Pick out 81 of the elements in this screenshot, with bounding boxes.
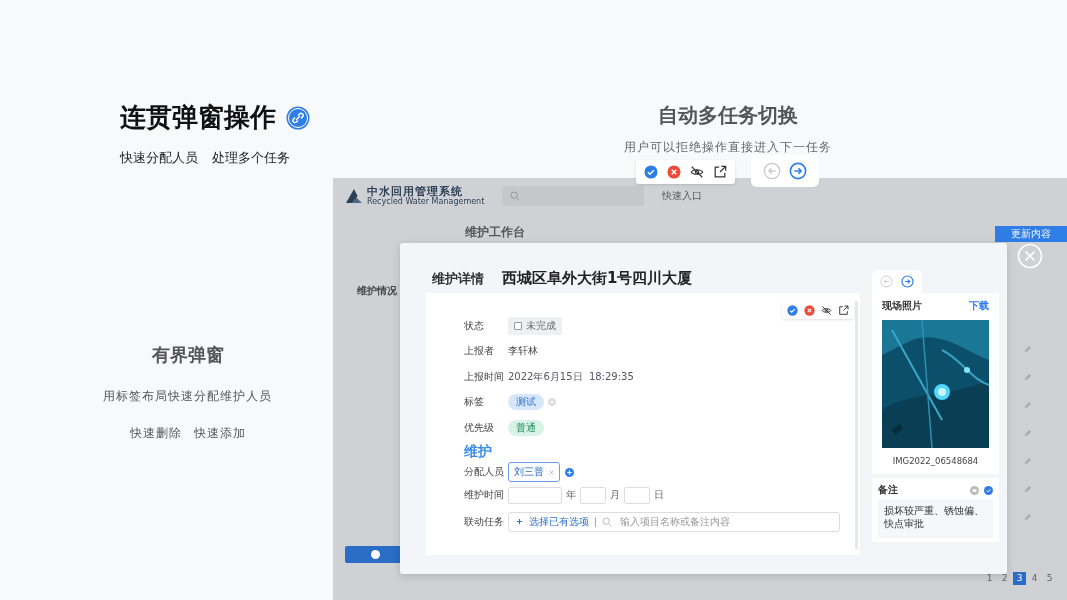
- edit-icon[interactable]: [1023, 457, 1032, 466]
- external-link-icon[interactable]: [838, 305, 849, 316]
- page-title: 维护工作台: [465, 224, 525, 241]
- priority-tag: 普通: [508, 419, 544, 436]
- edit-icon[interactable]: [1023, 401, 1032, 410]
- field-label: 上报者: [464, 344, 495, 359]
- select-option-link[interactable]: 选择已有选项: [529, 514, 589, 529]
- modal-title: 西城区阜外大街1号四川大厦: [502, 269, 693, 288]
- date-input[interactable]: [624, 486, 650, 504]
- date-unit: 日: [654, 488, 664, 502]
- previous-icon[interactable]: [763, 162, 781, 180]
- edit-icon[interactable]: [1023, 373, 1032, 382]
- edit-icon[interactable]: [1023, 485, 1032, 494]
- reject-icon[interactable]: [667, 165, 681, 179]
- section-title: 维护: [464, 442, 493, 461]
- checkbox[interactable]: [514, 321, 522, 330]
- next-icon[interactable]: [789, 162, 807, 180]
- edit-icon[interactable]: [1023, 345, 1032, 354]
- search-icon: [510, 191, 521, 201]
- feature-description: 用标签布局快速分配维护人员: [102, 389, 273, 404]
- quick-entry-label: 快速入口: [662, 189, 703, 203]
- modal-heading: 维护详情: [432, 270, 484, 288]
- date-unit: 月: [610, 488, 620, 502]
- field-label: 优先级: [464, 420, 495, 435]
- field-label: 上报时间: [464, 369, 505, 384]
- feature-title: 自动多任务切换: [657, 102, 799, 129]
- comment-icon[interactable]: [970, 485, 979, 495]
- assignee-chip[interactable]: 刘三普: [508, 462, 560, 482]
- link-icon: [286, 105, 310, 130]
- feature-label: 快速删除: [129, 426, 182, 441]
- external-link-icon[interactable]: [713, 165, 727, 179]
- date-input[interactable]: [580, 486, 606, 504]
- approve-icon[interactable]: [787, 305, 798, 316]
- page-number[interactable]: 3: [1013, 572, 1026, 585]
- status-checkbox[interactable]: 未完成: [508, 316, 562, 335]
- linked-task-field[interactable]: 选择已有选项 输入项目名称或备注内容: [508, 511, 840, 532]
- logo-icon: [345, 188, 363, 204]
- download-link[interactable]: 下载: [969, 299, 989, 313]
- update-button[interactable]: 更新内容: [995, 226, 1067, 242]
- approve-icon[interactable]: [984, 485, 993, 495]
- add-icon[interactable]: [565, 467, 574, 477]
- photo-filename: IMG2022_06548684: [891, 456, 980, 466]
- hide-icon[interactable]: [690, 165, 704, 179]
- field-label: 标签: [464, 395, 485, 410]
- field-label: 分配人员: [464, 465, 505, 479]
- previous-icon[interactable]: [880, 275, 893, 288]
- hero-title: 连贯弹窗操作: [120, 101, 276, 134]
- hero-subtitle: 快速分配人员: [120, 149, 198, 167]
- reject-icon[interactable]: [804, 305, 815, 316]
- tag: 测试: [508, 394, 544, 411]
- page-number[interactable]: 4: [1028, 572, 1041, 585]
- field-label: 联动任务: [464, 514, 505, 529]
- card-title: 备注: [878, 483, 898, 497]
- card-title: 现场照片: [882, 299, 922, 313]
- feature-title: 有界弹窗: [150, 343, 225, 367]
- search-icon: [602, 516, 612, 527]
- page-number[interactable]: 2: [998, 572, 1011, 585]
- field-value: 2022年6月15日 18:29:35: [508, 369, 634, 384]
- feature-description: 用户可以拒绝操作直接进入下一任务: [623, 139, 833, 156]
- plus-icon: [516, 518, 523, 525]
- field-label: 维护时间: [464, 488, 505, 502]
- next-icon[interactable]: [901, 275, 914, 288]
- date-input[interactable]: [508, 486, 562, 504]
- approve-icon[interactable]: [644, 165, 658, 179]
- hero-subtitle: 处理多个任务: [212, 149, 290, 167]
- date-unit: 年: [566, 488, 576, 502]
- field-value: 李轩林: [508, 344, 538, 359]
- hide-icon[interactable]: [821, 305, 832, 316]
- page-number[interactable]: 1: [983, 572, 996, 585]
- page-number[interactable]: 5: [1043, 572, 1056, 585]
- close-icon[interactable]: [1017, 243, 1043, 269]
- field-label: 状态: [464, 318, 485, 333]
- app-name: 中水回用管理系统: [367, 185, 463, 197]
- edit-icon[interactable]: [1023, 513, 1032, 522]
- remove-icon[interactable]: [549, 469, 554, 475]
- note-text: 损坏较严重、锈蚀偏、快点审批: [878, 499, 993, 538]
- app-subtitle: Recycled Water Management: [367, 198, 485, 207]
- edit-icon[interactable]: [1023, 429, 1032, 438]
- search-field[interactable]: [502, 186, 645, 206]
- feature-label: 快速添加: [193, 426, 246, 441]
- nav-item[interactable]: 维护情况: [343, 284, 403, 298]
